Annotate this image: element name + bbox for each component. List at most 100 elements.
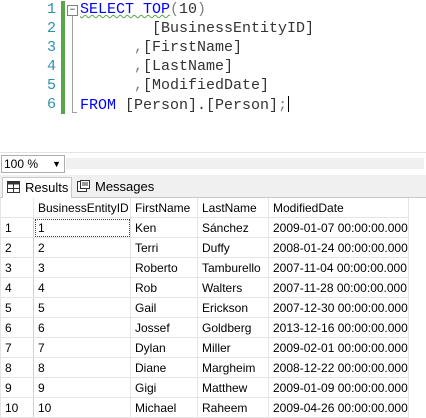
cell-lastname[interactable]: Erickson: [197, 297, 269, 318]
row-number[interactable]: 9: [0, 377, 34, 398]
cell-businessentityid[interactable]: 3: [33, 257, 131, 278]
cell-lastname[interactable]: Miller: [197, 337, 269, 358]
cell-firstname[interactable]: Gigi: [130, 377, 198, 398]
row-number-header[interactable]: [0, 198, 34, 218]
cell-modifieddate[interactable]: 2007-11-04 00:00:00.000: [268, 257, 409, 278]
tab-results[interactable]: Results: [2, 177, 72, 198]
cell-businessentityid[interactable]: 8: [33, 357, 131, 378]
row-number[interactable]: 10: [0, 397, 34, 418]
table-row[interactable]: 9 9 Gigi Matthew 2009-01-09 00:00:00.000: [0, 377, 409, 398]
cell-businessentityid[interactable]: 4: [33, 277, 131, 298]
cell-lastname[interactable]: Sánchez: [197, 217, 269, 238]
cell-lastname[interactable]: Tamburello: [197, 257, 269, 278]
change-tracking-bar: [61, 1, 65, 114]
cell-lastname[interactable]: Matthew: [197, 377, 269, 398]
cell-lastname[interactable]: Duffy: [197, 237, 269, 258]
paren: ): [197, 1, 207, 18]
column-name: [FirstName]: [143, 39, 243, 56]
cell-businessentityid[interactable]: 2: [33, 237, 131, 258]
code-line-4: ,[LastName]: [80, 58, 233, 75]
tab-messages[interactable]: Messages: [73, 177, 179, 196]
cell-lastname[interactable]: Walters: [197, 277, 269, 298]
tab-messages-label: Messages: [95, 179, 155, 194]
cell-firstname[interactable]: Jossef: [130, 317, 198, 338]
cell-modifieddate[interactable]: 2008-01-24 00:00:00.000: [268, 237, 409, 258]
row-number[interactable]: 3: [0, 257, 34, 278]
cell-firstname[interactable]: Terri: [130, 237, 198, 258]
results-grid[interactable]: BusinessEntityID FirstName LastName Modi…: [0, 198, 426, 418]
table-row[interactable]: 1 1 Ken Sánchez 2009-01-07 00:00:00.000: [0, 217, 409, 238]
code-line-5: ,[ModifiedDate]: [80, 77, 269, 94]
table-name: [Person].[Person]: [125, 97, 279, 114]
line-number-gutter: 1 2 3 4 5 6: [0, 0, 60, 151]
row-number[interactable]: 7: [0, 337, 34, 358]
cell-firstname[interactable]: Gail: [130, 297, 198, 318]
column-header-firstname[interactable]: FirstName: [130, 198, 198, 218]
zoom-value: 100 %: [4, 157, 39, 171]
line-number: 1: [46, 1, 56, 18]
line-number: 5: [46, 77, 56, 94]
cell-businessentityid[interactable]: 6: [33, 317, 131, 338]
row-number[interactable]: 4: [0, 277, 34, 298]
table-row[interactable]: 10 10 Michael Raheem 2009-04-26 00:00:00.000: [0, 397, 409, 418]
row-number[interactable]: 1: [0, 217, 34, 238]
collapse-icon[interactable]: −: [67, 5, 78, 16]
code-line-2: [BusinessEntityID]: [80, 20, 314, 37]
column-header-modifieddate[interactable]: ModifiedDate: [268, 198, 409, 218]
keyword-from: FROM: [80, 97, 117, 114]
semicolon: ;: [278, 97, 288, 114]
column-header-lastname[interactable]: LastName: [197, 198, 269, 218]
cell-businessentityid[interactable]: 1: [33, 217, 131, 238]
column-name: [BusinessEntityID]: [152, 20, 315, 37]
column-header-businessentityid[interactable]: BusinessEntityID: [33, 198, 131, 218]
zoom-dropdown[interactable]: 100 % ▼: [1, 155, 65, 173]
cell-modifieddate[interactable]: 2007-11-28 00:00:00.000: [268, 277, 409, 298]
cell-businessentityid[interactable]: 7: [33, 337, 131, 358]
cell-firstname[interactable]: Michael: [130, 397, 198, 418]
cell-modifieddate[interactable]: 2009-01-07 00:00:00.000: [268, 217, 409, 238]
table-row[interactable]: 6 6 Jossef Goldberg 2013-12-16 00:00:00.000: [0, 317, 409, 338]
cell-lastname[interactable]: Goldberg: [197, 317, 269, 338]
cell-firstname[interactable]: Diane: [130, 357, 198, 378]
cell-firstname[interactable]: Rob: [130, 277, 198, 298]
header-row: BusinessEntityID FirstName LastName Modi…: [0, 198, 409, 218]
number-literal: 10: [179, 1, 198, 18]
column-name: [LastName]: [143, 58, 234, 75]
cell-lastname[interactable]: Raheem: [197, 397, 269, 418]
table-row[interactable]: 2 2 Terri Duffy 2008-01-24 00:00:00.000: [0, 237, 409, 258]
cell-lastname[interactable]: Margheim: [197, 357, 269, 378]
cell-firstname[interactable]: Dylan: [130, 337, 198, 358]
cell-businessentityid[interactable]: 9: [33, 377, 131, 398]
cell-modifieddate[interactable]: 2009-04-26 00:00:00.000: [268, 397, 409, 418]
table-row[interactable]: 7 7 Dylan Miller 2009-02-01 00:00:00.000: [0, 337, 409, 358]
table-row[interactable]: 4 4 Rob Walters 2007-11-28 00:00:00.000: [0, 277, 409, 298]
cell-businessentityid[interactable]: 5: [33, 297, 131, 318]
keyword-select-top: SELECT TOP: [80, 1, 171, 18]
table-row[interactable]: 5 5 Gail Erickson 2007-12-30 00:00:00.000: [0, 297, 409, 318]
code-line-1: SELECT TOP(10): [80, 1, 206, 18]
cell-modifieddate[interactable]: 2008-12-22 00:00:00.000: [268, 357, 409, 378]
row-number[interactable]: 8: [0, 357, 34, 378]
cell-firstname[interactable]: Ken: [130, 217, 198, 238]
messages-icon: [77, 180, 90, 192]
cell-modifieddate[interactable]: 2009-02-01 00:00:00.000: [268, 337, 409, 358]
table-row[interactable]: 3 3 Roberto Tamburello 2007-11-04 00:00:00.0…: [0, 257, 409, 278]
cell-firstname[interactable]: Roberto: [130, 257, 198, 278]
query-editor[interactable]: 1 2 3 4 5 6 − SELECT TOP(10) [BusinessEn…: [0, 0, 426, 151]
line-number: 4: [46, 58, 56, 75]
horizontal-scrollbar[interactable]: [66, 158, 424, 169]
comma: ,: [134, 77, 144, 94]
cell-businessentityid[interactable]: 10: [33, 397, 131, 418]
fold-guide-line: [72, 16, 73, 112]
cell-modifieddate[interactable]: 2013-12-16 00:00:00.000: [268, 317, 409, 338]
row-number[interactable]: 6: [0, 317, 34, 338]
chevron-down-icon: ▼: [52, 159, 61, 169]
paren: (: [170, 1, 180, 18]
text-caret: [288, 96, 290, 112]
row-number[interactable]: 2: [0, 237, 34, 258]
table-row[interactable]: 8 8 Diane Margheim 2008-12-22 00:00:00.000: [0, 357, 409, 378]
row-number[interactable]: 5: [0, 297, 34, 318]
comma: ,: [134, 58, 144, 75]
cell-modifieddate[interactable]: 2007-12-30 00:00:00.000: [268, 297, 409, 318]
cell-modifieddate[interactable]: 2009-01-09 00:00:00.000: [268, 377, 409, 398]
